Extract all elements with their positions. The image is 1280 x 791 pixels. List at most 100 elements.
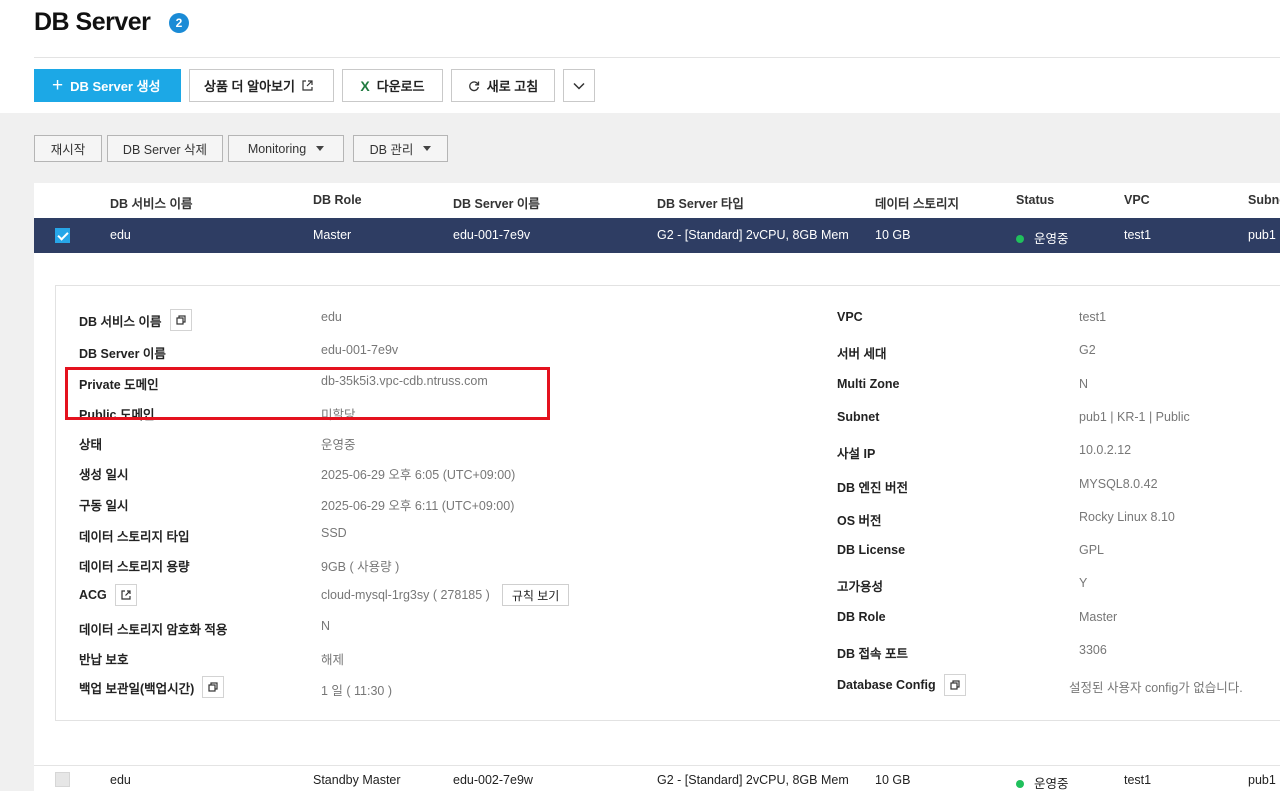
detail-label: 서버 세대: [837, 347, 887, 361]
detail-value: pub1 | KR-1 | Public: [1079, 410, 1190, 424]
plus-icon: +: [52, 75, 64, 96]
detail-value: 10.0.2.12: [1079, 443, 1132, 457]
cell-status: 운영중: [1016, 228, 1069, 247]
restart-label: 재시작: [50, 143, 86, 157]
detail-label: 구동 일시: [79, 499, 129, 513]
learn-more-label: 상품 더 알아보기: [204, 79, 295, 94]
restart-button[interactable]: 재시작: [34, 135, 102, 162]
caret-down-icon: [316, 146, 325, 151]
status-dot-icon: [1016, 235, 1024, 243]
cell-server-type: G2 - [Standard] 2vCPU, 8GB Mem: [657, 773, 849, 787]
download-label: 다운로드: [376, 79, 425, 94]
action-bar: 재시작 DB Server 삭제 Monitoring DB 관리: [34, 135, 448, 162]
detail-value: N: [321, 619, 331, 633]
detail-label-text: Database Config: [837, 678, 936, 692]
refresh-button[interactable]: 새로 고침: [451, 69, 555, 102]
caret-down-icon: [423, 146, 432, 151]
page-title: DB Server: [34, 8, 151, 36]
cell-subnet: pub1: [1248, 228, 1276, 242]
external-link-icon: [302, 80, 313, 91]
page-header: DB Server 2 + DB Server 생성 상품 더 알아보기 X 다…: [0, 0, 1280, 113]
external-link-icon: [121, 590, 131, 600]
row-checkbox[interactable]: [55, 772, 70, 787]
detail-value: G2: [1079, 343, 1096, 357]
download-button[interactable]: X 다운로드: [342, 69, 443, 102]
detail-label: DB 엔진 버전: [837, 481, 909, 495]
view-rules-button[interactable]: 규칙 보기: [501, 584, 570, 606]
detail-value: N: [1079, 377, 1089, 391]
detail-label: DB Server 이름: [79, 347, 166, 361]
detail-label: 백업 보관일(백업시간): [79, 676, 225, 698]
column-header[interactable]: DB Server 이름: [453, 193, 540, 212]
table-row[interactable]: edu Standby Master edu-002-7e9w G2 - [St…: [34, 765, 1280, 791]
delete-db-server-button[interactable]: DB Server 삭제: [107, 135, 223, 162]
detail-label: 상태: [79, 438, 103, 452]
cell-status: 운영중: [1016, 773, 1069, 791]
learn-more-button[interactable]: 상품 더 알아보기: [189, 69, 334, 102]
column-header[interactable]: Status: [1016, 193, 1054, 207]
detail-label: DB Role: [837, 610, 886, 624]
cell-vpc: test1: [1124, 773, 1152, 787]
detail-label: 데이터 스토리지 타입: [79, 530, 190, 544]
column-header[interactable]: DB 서비스 이름: [110, 193, 193, 212]
detail-value: 해제: [321, 653, 345, 667]
cell-role: Master: [313, 228, 352, 242]
detail-value: 설정된 사용자 config가 없습니다.: [1069, 681, 1243, 695]
monitoring-dropdown[interactable]: Monitoring: [228, 135, 344, 162]
column-header[interactable]: 데이터 스토리지: [875, 193, 959, 212]
detail-value: MYSQL8.0.42: [1079, 477, 1158, 491]
detail-value: Master: [1079, 610, 1118, 624]
cell-storage: 10 GB: [875, 228, 911, 242]
column-header[interactable]: Subnet: [1248, 193, 1280, 207]
db-manage-dropdown[interactable]: DB 관리: [353, 135, 448, 162]
highlight-box: [65, 367, 550, 420]
detail-label: Multi Zone: [837, 377, 900, 391]
cell-storage: 10 GB: [875, 773, 911, 787]
monitoring-label: Monitoring: [247, 141, 307, 156]
table-header: DB 서비스 이름 DB Role DB Server 이름 DB Server…: [34, 183, 1280, 218]
delete-db-server-label: DB Server 삭제: [122, 143, 208, 157]
create-db-server-button[interactable]: + DB Server 생성: [34, 69, 181, 102]
detail-label: 데이터 스토리지 암호화 적용: [79, 623, 228, 637]
detail-value: cloud-mysql-1rg3sy ( 278185 ) 규칙 보기: [321, 584, 570, 606]
detail-value: GPL: [1079, 543, 1105, 557]
cell-server-name: edu-002-7e9w: [453, 773, 533, 787]
copy-button[interactable]: [169, 309, 192, 331]
detail-label: 생성 일시: [79, 468, 129, 482]
detail-label: DB 접속 포트: [837, 647, 909, 661]
detail-label-text: DB 서비스 이름: [79, 314, 162, 329]
status-dot-icon: [1016, 780, 1024, 788]
detail-value: 3306: [1079, 643, 1107, 657]
detail-label: 데이터 스토리지 용량: [79, 560, 190, 574]
detail-label: 고가용성: [837, 580, 884, 594]
detail-value: Y: [1079, 576, 1088, 590]
cell-service-name: edu: [110, 228, 131, 242]
db-manage-label: DB 관리: [369, 143, 414, 157]
table-row[interactable]: edu Master edu-001-7e9v G2 - [Standard] …: [34, 218, 1280, 253]
column-header[interactable]: DB Role: [313, 193, 362, 207]
detail-value: 2025-06-29 오후 6:05 (UTC+09:00): [321, 468, 516, 482]
acg-link-button[interactable]: [114, 584, 137, 606]
copy-button[interactable]: [202, 676, 225, 698]
row-checkbox[interactable]: [55, 228, 70, 243]
cell-server-type: G2 - [Standard] 2vCPU, 8GB Mem: [657, 228, 849, 242]
detail-value: edu-001-7e9v: [321, 343, 399, 357]
detail-label: Subnet: [837, 410, 880, 424]
detail-label: ACG: [79, 584, 137, 606]
more-options-button[interactable]: [563, 69, 595, 102]
detail-value: 9GB ( 사용량 ): [321, 560, 400, 574]
cell-vpc: test1: [1124, 228, 1152, 242]
status-label: 운영중: [1034, 777, 1069, 791]
detail-label: Database Config: [837, 674, 966, 696]
column-header[interactable]: DB Server 타입: [657, 193, 744, 212]
column-header[interactable]: VPC: [1124, 193, 1150, 207]
detail-label: OS 버전: [837, 514, 882, 528]
detail-value: 1 일 ( 11:30 ): [321, 684, 393, 698]
detail-value: test1: [1079, 310, 1107, 324]
excel-icon: X: [360, 77, 370, 94]
toolbar: + DB Server 생성 상품 더 알아보기 X 다운로드 새로 고침: [34, 69, 595, 102]
copy-button[interactable]: [943, 674, 966, 696]
detail-value: Rocky Linux 8.10: [1079, 510, 1175, 524]
detail-label-text: ACG: [79, 588, 107, 602]
cell-server-name: edu-001-7e9v: [453, 228, 531, 242]
